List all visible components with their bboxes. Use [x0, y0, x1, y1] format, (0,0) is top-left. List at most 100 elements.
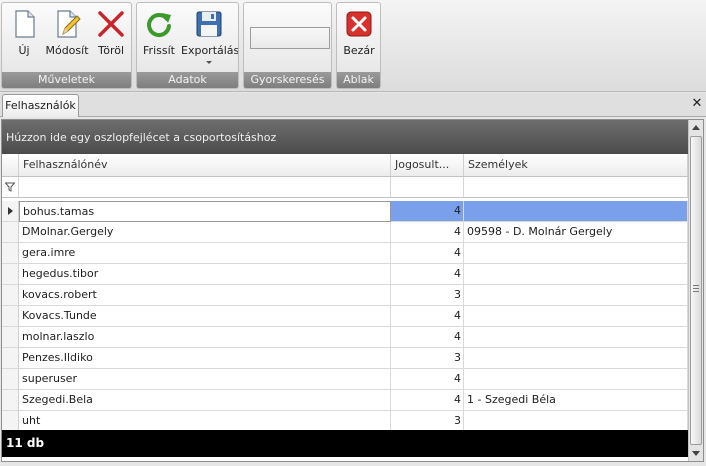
tab-felhasznalok[interactable]: Felhasználók [2, 94, 79, 117]
edit-pencil-icon [57, 10, 81, 38]
filter-row [2, 177, 688, 198]
cell-persons[interactable] [464, 264, 688, 285]
group-label-muveletek: Műveletek [2, 72, 131, 88]
row-indicator [2, 243, 19, 264]
modify-button-label: Módosít [45, 44, 89, 57]
grid-header: Felhasználónév Jogosult... Személyek [2, 154, 688, 177]
group-label-ablak: Ablak [337, 72, 380, 88]
cell-permission[interactable]: 4 [391, 327, 464, 348]
row-indicator [2, 390, 19, 411]
table-row[interactable]: gera.imre 4 [2, 243, 688, 264]
cell-username[interactable]: Penzes.Ildiko [19, 348, 391, 369]
cell-username[interactable]: molnar.laszlo [19, 327, 391, 348]
row-indicator [2, 348, 19, 369]
table-row[interactable]: kovacs.robert 3 [2, 285, 688, 306]
row-indicator [2, 327, 19, 348]
table-row[interactable]: Kovacs.Tunde 4 [2, 306, 688, 327]
cell-username[interactable]: uht [19, 411, 391, 432]
record-count-footer: 11 db [2, 430, 688, 457]
modify-button[interactable]: Módosít [44, 3, 90, 73]
delete-button-label: Töröl [97, 44, 125, 57]
cell-persons[interactable]: 09598 - D. Molnár Gergely [464, 222, 688, 243]
header-indicator [2, 154, 19, 176]
scroll-down-icon[interactable] [692, 451, 700, 456]
grip-icon [693, 285, 699, 292]
row-indicator [2, 285, 19, 306]
cell-persons[interactable]: 1 - Szegedi Béla [464, 390, 688, 411]
cell-persons[interactable] [464, 411, 688, 432]
export-button-label: Exportálás [181, 44, 239, 57]
filter-indicator [2, 177, 19, 197]
table-row[interactable]: Penzes.Ildiko 3 [2, 348, 688, 369]
close-tab-icon[interactable]: ✕ [690, 96, 704, 112]
cell-username[interactable]: Szegedi.Bela [19, 390, 391, 411]
group-label-gyorskereses: Gyorskeresés [244, 72, 331, 88]
filter-username-input[interactable] [19, 177, 391, 197]
ribbon-group-muveletek: Új Módosít Töröl Műveletek [1, 2, 132, 89]
cell-persons[interactable] [464, 285, 688, 306]
new-document-icon [15, 10, 35, 38]
group-label-adatok: Adatok [137, 72, 238, 88]
delete-x-icon [98, 11, 124, 37]
cell-username[interactable]: kovacs.robert [19, 285, 391, 306]
export-button[interactable]: Exportálás [181, 3, 239, 73]
table-row[interactable]: molnar.laszlo 4 [2, 327, 688, 348]
cell-permission[interactable]: 4 [391, 390, 464, 411]
cell-persons[interactable] [464, 243, 688, 264]
filter-permission-input[interactable] [391, 177, 464, 197]
cell-username[interactable]: Kovacs.Tunde [19, 306, 391, 327]
row-indicator [2, 306, 19, 327]
cell-permission[interactable]: 4 [391, 243, 464, 264]
cell-persons[interactable] [464, 348, 688, 369]
cell-permission[interactable]: 3 [391, 411, 464, 432]
document-tab-strip: Felhasználók ✕ [0, 93, 706, 117]
refresh-button[interactable]: Frissít [141, 3, 177, 73]
ribbon-group-ablak: Bezár Ablak [336, 2, 381, 89]
column-header-permission[interactable]: Jogosult... [391, 154, 464, 176]
vertical-scrollbar[interactable] [688, 120, 703, 461]
scrollbar-thumb[interactable] [690, 136, 702, 445]
close-red-icon [346, 11, 372, 37]
users-grid: Húzzon ide egy oszlopfejlécet a csoporto… [1, 119, 704, 462]
ribbon: Új Módosít Töröl Műveletek Frissít Expor… [0, 0, 706, 92]
cell-persons[interactable] [464, 306, 688, 327]
cell-username[interactable]: hegedus.tibor [19, 264, 391, 285]
delete-button[interactable]: Töröl [93, 3, 129, 73]
column-header-username[interactable]: Felhasználónév [19, 154, 391, 176]
cell-username[interactable]: gera.imre [19, 243, 391, 264]
cell-username[interactable]: superuser [19, 369, 391, 390]
cell-username[interactable]: bohus.tamas [19, 201, 391, 222]
cell-persons[interactable] [464, 369, 688, 390]
cell-persons[interactable] [464, 201, 688, 222]
refresh-icon [147, 13, 171, 38]
current-row-arrow-icon [8, 207, 13, 215]
cell-permission[interactable]: 4 [391, 264, 464, 285]
group-by-panel[interactable]: Húzzon ide egy oszlopfejlécet a csoporto… [2, 120, 688, 154]
table-row[interactable]: uht 3 [2, 411, 688, 432]
close-window-button[interactable]: Bezár [339, 3, 379, 73]
cell-permission[interactable]: 4 [391, 201, 464, 222]
table-row[interactable]: superuser 4 [2, 369, 688, 390]
table-row[interactable]: Szegedi.Bela 4 1 - Szegedi Béla [2, 390, 688, 411]
row-indicator [2, 411, 19, 432]
column-header-persons[interactable]: Személyek [464, 154, 688, 176]
cell-permission[interactable]: 4 [391, 369, 464, 390]
cell-permission[interactable]: 3 [391, 348, 464, 369]
group-by-hint: Húzzon ide egy oszlopfejlécet a csoporto… [6, 131, 277, 144]
cell-permission[interactable]: 3 [391, 285, 464, 306]
row-indicator [2, 222, 19, 243]
table-row[interactable]: bohus.tamas 4 [2, 201, 688, 222]
cell-persons[interactable] [464, 327, 688, 348]
cell-permission[interactable]: 4 [391, 306, 464, 327]
filter-persons-input[interactable] [464, 177, 688, 197]
quick-search-input[interactable] [250, 27, 330, 49]
cell-username[interactable]: DMolnar.Gergely [19, 222, 391, 243]
row-indicator [2, 201, 19, 222]
table-row[interactable]: DMolnar.Gergely 4 09598 - D. Molnár Gerg… [2, 222, 688, 243]
cell-permission[interactable]: 4 [391, 222, 464, 243]
scroll-up-icon[interactable] [692, 125, 700, 130]
new-button-label: Új [18, 44, 30, 57]
new-button[interactable]: Új [6, 3, 42, 73]
table-row[interactable]: hegedus.tibor 4 [2, 264, 688, 285]
row-indicator [2, 264, 19, 285]
